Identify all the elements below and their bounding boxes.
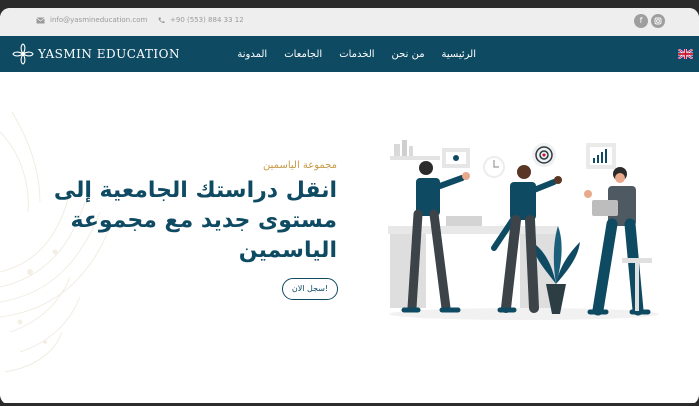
nav-menu: الرئيسية من نحن الخدمات الجامعات المدونة (236, 36, 476, 72)
logo-text: YASMIN EDUCATION (38, 47, 180, 61)
team-collaboration-illustration (388, 140, 659, 320)
nav-item-services[interactable]: الخدمات (339, 49, 374, 60)
phone-icon (158, 17, 165, 23)
instagram-icon[interactable] (651, 14, 665, 28)
browser-frame: info@yasmineducation.com +90 (553) 884 3… (0, 0, 699, 406)
page: info@yasmineducation.com +90 (553) 884 3… (0, 8, 699, 403)
phone-text: +90 (553) 884 33 12 (170, 16, 244, 24)
hero-headline: انقل دراستك الجامعية إلى مستوى جديد مع م… (53, 178, 337, 263)
envelope-icon (36, 16, 45, 23)
nav-item-home[interactable]: الرئيسية (442, 49, 476, 60)
nav-item-about[interactable]: من نحن (392, 49, 425, 60)
site-logo[interactable]: YASMIN EDUCATION (12, 42, 180, 66)
top-contact-bar: info@yasmineducation.com +90 (553) 884 3… (0, 8, 699, 37)
email-contact[interactable]: info@yasmineducation.com (36, 16, 147, 24)
hero-section: مجموعة الياسمين انقل دراستك الجامعية إلى… (0, 72, 699, 403)
hero-subtitle: مجموعة الياسمين (263, 160, 337, 171)
register-now-button[interactable]: !سجل الان (282, 278, 338, 300)
email-text: info@yasmineducation.com (50, 16, 148, 24)
jasmine-flower-icon (12, 43, 34, 65)
uk-flag-icon[interactable] (678, 49, 693, 59)
phone-contact[interactable]: +90 (553) 884 33 12 (158, 16, 244, 24)
facebook-icon[interactable]: f (634, 14, 648, 28)
main-navbar: YASMIN EDUCATION الرئيسية من نحن الخدمات… (0, 36, 699, 72)
nav-item-blog[interactable]: المدونة (237, 49, 267, 60)
nav-item-universities[interactable]: الجامعات (284, 49, 322, 60)
